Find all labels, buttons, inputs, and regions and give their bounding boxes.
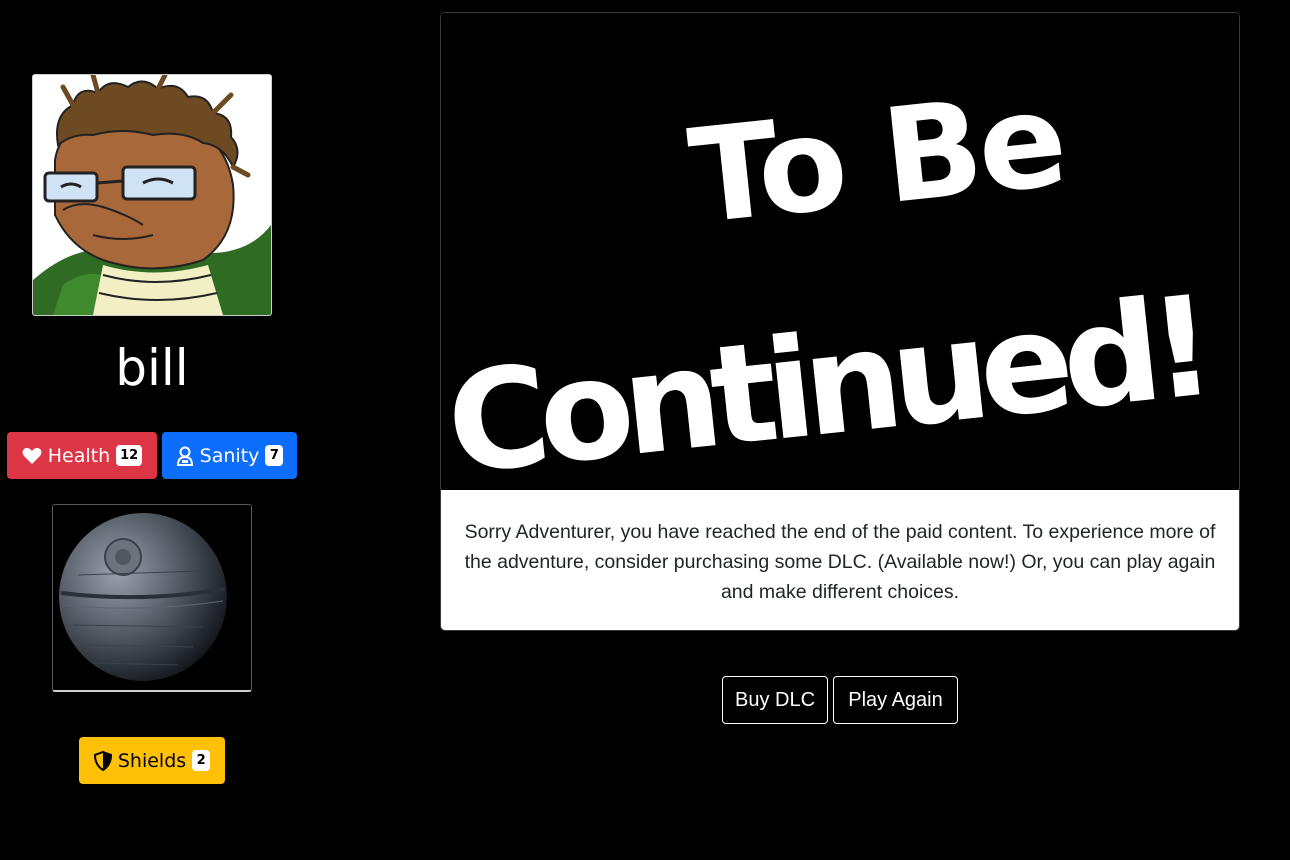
shields-button[interactable]: Shields 2 [79, 737, 225, 784]
health-label: Health [47, 444, 111, 467]
story-card: To Be Continued! Sorry Adventurer, you h… [440, 12, 1240, 631]
person-badge-icon [176, 446, 194, 466]
shields-label: Shields [117, 749, 187, 772]
sanity-count-badge: 7 [265, 445, 284, 466]
heart-icon [22, 447, 42, 465]
sanity-label: Sanity [199, 444, 260, 467]
sanity-button[interactable]: Sanity 7 [162, 432, 297, 479]
character-portrait-icon [33, 75, 271, 315]
shield-icon [93, 750, 112, 771]
buy-dlc-button[interactable]: Buy DLC [722, 676, 828, 724]
to-be-continued-image: To Be Continued! [441, 13, 1239, 506]
health-button[interactable]: Health 12 [7, 432, 157, 479]
space-station-icon [53, 505, 251, 690]
player-name: bill [115, 339, 189, 397]
inventory-item-image [52, 504, 252, 692]
play-again-button[interactable]: Play Again [833, 676, 958, 724]
player-avatar [32, 74, 272, 316]
shields-count-badge: 2 [192, 750, 211, 771]
health-count-badge: 12 [116, 445, 143, 466]
player-sidebar: bill Health 12 Sanity 7 Shields 2 [0, 0, 304, 860]
story-message: Sorry Adventurer, you have reached the e… [441, 490, 1239, 630]
